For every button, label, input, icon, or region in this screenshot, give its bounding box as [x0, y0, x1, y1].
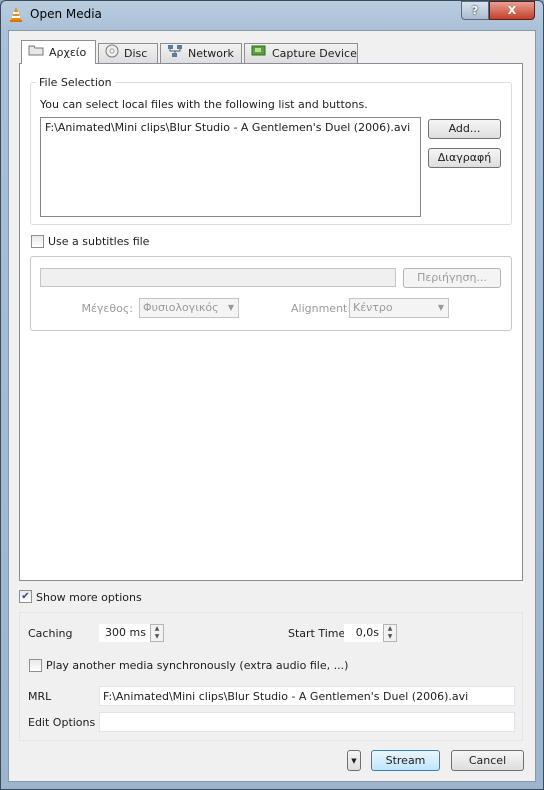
spin-arrows-icon[interactable]: ▲ ▼ [150, 624, 164, 642]
disc-icon [105, 44, 119, 65]
chevron-down-icon: ▼ [351, 757, 357, 765]
file-selection-label: File Selection [36, 76, 115, 89]
file-list[interactable]: F:\Animated\Mini clips\Blur Studio - A G… [40, 117, 421, 217]
spin-arrows-icon[interactable]: ▲ ▼ [383, 624, 397, 642]
edit-options-label: Edit Options [28, 716, 96, 729]
tab-label: Capture Device [272, 47, 357, 60]
play-sync-checkbox[interactable] [29, 659, 42, 672]
close-button[interactable]: X [489, 1, 535, 20]
remove-button[interactable]: Διαγραφή [428, 148, 501, 168]
alignment-value: Κέντρο [353, 301, 393, 314]
vlc-cone-icon [9, 6, 23, 22]
size-value: Φυσιολογικός [143, 301, 219, 314]
subtitles-label: Use a subtitles file [48, 235, 150, 248]
mrl-label: MRL [28, 690, 52, 703]
caching-spinbox[interactable]: 300 ms ▲ ▼ [99, 624, 164, 642]
file-selection-description: You can select local files with the foll… [40, 98, 368, 111]
tab-capture-device[interactable]: Capture Device [244, 43, 358, 64]
stream-button[interactable]: Stream [371, 750, 440, 771]
cancel-button[interactable]: Cancel [451, 750, 524, 771]
tab-disc[interactable]: Disc [98, 43, 158, 64]
capture-card-icon [251, 44, 267, 64]
network-icon [167, 44, 183, 65]
tab-label: Network [188, 47, 234, 60]
play-sync-label: Play another media synchronously (extra … [46, 659, 349, 672]
tab-label: Disc [124, 47, 148, 60]
alignment-select[interactable]: Κέντρο ▼ [349, 298, 449, 318]
tab-network[interactable]: Network [160, 43, 242, 64]
show-more-options-checkbox[interactable]: ✔ [19, 590, 32, 603]
add-button[interactable]: Add... [428, 119, 501, 139]
window-title: Open Media [30, 7, 102, 21]
tab-label: Αρχείο [49, 45, 87, 59]
help-button[interactable]: ? [461, 1, 489, 20]
caching-value[interactable]: 300 ms [99, 624, 150, 642]
caching-label: Caching [28, 627, 73, 640]
start-time-value[interactable]: 0,0s [344, 624, 383, 642]
chevron-down-icon: ▼ [437, 303, 444, 312]
tab-file[interactable]: Αρχείο [21, 40, 96, 64]
subtitles-checkbox[interactable] [31, 235, 44, 248]
alignment-label: Alignment: [291, 302, 352, 315]
start-time-label: Start Time [288, 627, 346, 640]
size-select[interactable]: Φυσιολογικός ▼ [139, 298, 239, 318]
subtitle-file-input[interactable] [40, 268, 396, 287]
size-label: Μέγεθος: [81, 302, 133, 315]
show-more-options-label: Show more options [36, 591, 142, 604]
stream-options-dropdown[interactable]: ▼ [347, 750, 361, 771]
edit-options-field[interactable] [99, 712, 515, 732]
folder-icon [28, 43, 44, 63]
start-time-spinbox[interactable]: 0,0s ▲ ▼ [344, 624, 397, 642]
browse-button[interactable]: Περιήγηση... [403, 268, 501, 288]
mrl-field[interactable]: F:\Animated\Mini clips\Blur Studio - A G… [99, 686, 515, 706]
chevron-down-icon: ▼ [227, 303, 234, 312]
file-list-item[interactable]: F:\Animated\Mini clips\Blur Studio - A G… [45, 121, 416, 134]
